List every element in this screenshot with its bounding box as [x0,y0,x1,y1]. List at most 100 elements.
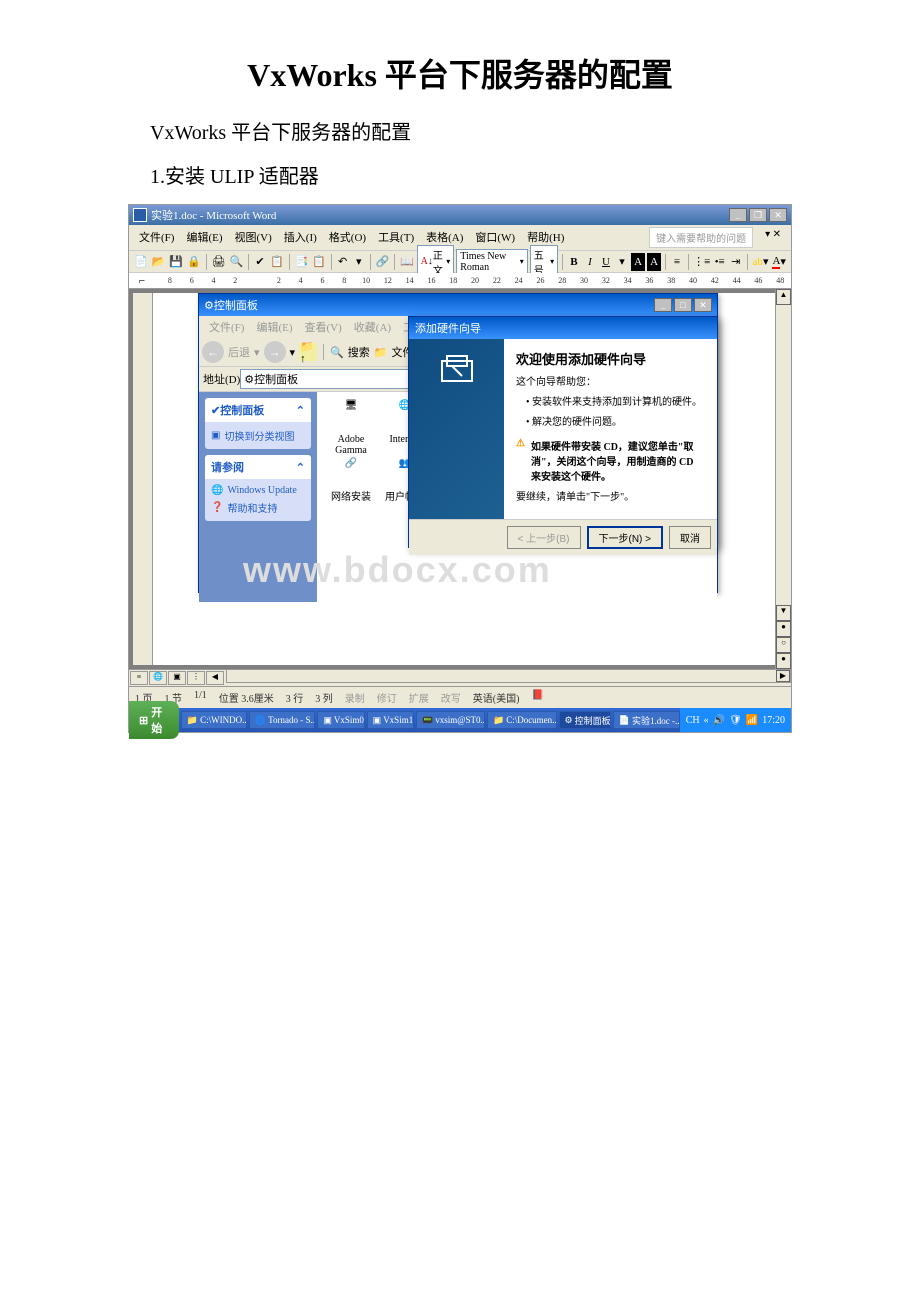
search-label[interactable]: 搜索 [348,344,370,360]
fontcolor-icon[interactable]: A▾ [771,253,786,271]
taskbar-item[interactable]: 📄实验1.doc -... [613,711,680,729]
read-icon[interactable]: 📖 [399,253,415,271]
switch-view-link[interactable]: ▣ 切换到分类视图 [211,426,305,445]
outline-view-icon[interactable]: ⋮ [187,671,205,685]
bullist-icon[interactable]: •≡ [713,253,727,271]
cp-close[interactable]: ✕ [694,298,712,312]
taskbar-item[interactable]: ▣VxSim1 [367,711,414,729]
highlight-a-icon[interactable]: A [631,253,645,271]
new-icon[interactable]: 📄 [133,253,149,271]
menu-format[interactable]: 格式(O) [323,227,372,248]
menu-edit[interactable]: 编辑(E) [180,227,228,248]
numlist-icon[interactable]: ⋮≡ [693,253,711,271]
vertical-ruler[interactable] [133,293,153,665]
start-button[interactable]: ⊞ 开始 [129,701,179,739]
wizard-next-button[interactable]: 下一步(N) > [587,526,664,549]
underline-icon[interactable]: U [599,253,613,271]
read-view-icon[interactable]: ◀ [206,671,224,685]
adobe-gamma-icon[interactable]: 🖥Adobe Gamma [325,400,377,456]
wizard-cancel-button[interactable]: 取消 [669,526,711,549]
perm-icon[interactable]: 🔒 [186,253,202,271]
nextpage-icon[interactable]: ● [776,653,791,669]
web-view-icon[interactable]: 🌐 [149,671,167,685]
tray-clock[interactable]: 17:20 [762,715,785,726]
cp-maximize[interactable]: □ [674,298,692,312]
taskbar-item[interactable]: 📟vxsim@ST0... [416,711,485,729]
doc-section: 1.安装 ULIP 适配器 [150,160,920,189]
cp-menu-view[interactable]: 查看(V) [299,318,348,336]
update-icon: 🌐 [211,485,223,496]
back-button[interactable]: ← [202,341,224,363]
menu-insert[interactable]: 插入(I) [278,227,323,248]
print-icon[interactable]: 🖨 [211,253,227,271]
paste-icon[interactable]: 📋 [311,253,327,271]
cp-menu-fav[interactable]: 收藏(A) [348,318,397,336]
open-icon[interactable]: 📂 [151,253,167,271]
normal-view-icon[interactable]: ≡ [130,671,148,685]
browse-icon[interactable]: ○ [776,637,791,653]
word-page[interactable]: www.bdocx.com ⚙ 控制面板 _ □ ✕ 文件(F) 编辑(E) 查… [153,293,787,665]
tray-icon[interactable]: 🛡 [729,715,742,726]
taskbar-item[interactable]: 📁C:\WINDO... [181,711,247,729]
vscrollbar[interactable]: ▲ ▼ ● ○ ● [775,289,791,669]
help-search[interactable]: 键入需要帮助的问题 [649,227,753,248]
menu-window[interactable]: 窗口(W) [469,227,521,248]
save-icon[interactable]: 💾 [168,253,184,271]
menu-close[interactable]: ▾ ✕ [759,227,787,248]
font-combo[interactable]: Times New Roman [456,249,528,275]
network-icon[interactable]: 🔗网络安装 [325,458,377,503]
doc-title: VxWorks 平台下服务器的配置 [0,50,920,96]
taskbar-item[interactable]: ▣VxSim0 [317,711,364,729]
print-view-icon[interactable]: ▣ [168,671,186,685]
taskbar-item[interactable]: 📁C:\Documen... [487,711,557,729]
link-icon[interactable]: 🔗 [374,253,390,271]
cp-titlebar: ⚙ 控制面板 _ □ ✕ [199,294,717,316]
tray-chevron[interactable]: « [704,715,709,726]
prevpage-icon[interactable]: ● [776,621,791,637]
see-also-hd[interactable]: 请参阅 ⌃ [205,455,311,479]
scroll-down-icon[interactable]: ▼ [776,605,791,621]
copy-icon[interactable]: 📑 [293,253,309,271]
minimize-button[interactable]: _ [729,208,747,222]
cp-menu-file[interactable]: 文件(F) [203,318,250,336]
bold-icon[interactable]: B [567,253,581,271]
search-icon[interactable]: 🔍 [330,346,344,359]
restore-button[interactable]: ❐ [749,208,767,222]
indent-icon[interactable]: ⇥ [729,253,743,271]
align-icon[interactable]: ≡ [670,253,684,271]
folders-icon[interactable]: 📁 [374,346,388,359]
char-shade-icon[interactable]: A [647,253,661,271]
scroll-up-icon[interactable]: ▲ [776,289,791,305]
research-icon[interactable]: 📋 [269,253,285,271]
wizard-back-button[interactable]: < 上一步(B) [507,526,581,549]
cp-minimize[interactable]: _ [654,298,672,312]
help-support-link[interactable]: ❓ 帮助和支持 [211,498,305,517]
highlight-icon[interactable]: ab▾ [752,253,770,271]
close-button[interactable]: ✕ [769,208,787,222]
tray-icon[interactable]: 📶 [746,715,758,726]
windows-update-link[interactable]: 🌐 Windows Update [211,483,305,498]
cp-menu-edit[interactable]: 编辑(E) [250,318,298,336]
taskbar-item[interactable]: 🌀Tornado - S... [249,711,315,729]
spell-icon[interactable]: ✔ [253,253,267,271]
up-icon[interactable]: 📁↑ [299,343,317,361]
italic-icon[interactable]: I [583,253,597,271]
redo-icon[interactable]: ▾ [352,253,366,271]
menu-file[interactable]: 文件(F) [133,227,180,248]
status-book-icon[interactable]: 📕 [531,690,543,705]
taskbar-item-active[interactable]: ⚙控制面板 [559,711,611,729]
status-rev: 修订 [377,690,397,705]
preview-icon[interactable]: 🔍 [229,253,245,271]
tray-icon[interactable]: 🔊 [713,715,725,726]
menu-tools[interactable]: 工具(T) [372,227,420,248]
hscrollbar[interactable]: ▶ [226,669,791,683]
ime-icon[interactable]: CH [686,715,700,726]
word-ruler[interactable]: ⌐ 86422468101214161820222426283032343638… [129,273,791,289]
undo-icon[interactable]: ↶ [336,253,350,271]
menu-view[interactable]: 视图(V) [229,227,278,248]
tab-icon[interactable]: ⌐ [133,273,151,289]
border-icon[interactable]: ▾ [615,253,629,271]
forward-button[interactable]: → [264,341,286,363]
scroll-right-icon[interactable]: ▶ [776,670,790,682]
cp-panel-hd[interactable]: ✔ 控制面板 ⌃ [205,398,311,422]
